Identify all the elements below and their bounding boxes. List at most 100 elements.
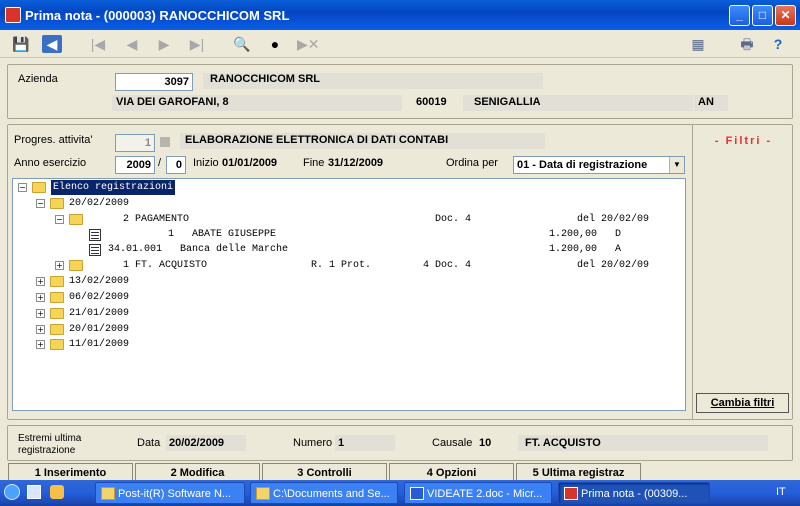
ordina-label: Ordina per <box>446 157 498 169</box>
app-icon <box>564 487 578 500</box>
inizio-value: 01/01/2009 <box>222 157 278 169</box>
tree-root[interactable]: Elenco registrazioni <box>51 180 176 195</box>
tree-node-date[interactable]: 21/01/2009 <box>69 306 129 321</box>
cambia-filtri-button[interactable]: Cambia filtri <box>696 393 789 413</box>
tree-node-date[interactable]: 06/02/2009 <box>69 290 129 305</box>
save-icon[interactable]: 💾 <box>10 34 32 54</box>
tree-node-date[interactable]: 13/02/2009 <box>69 274 129 289</box>
task-postit[interactable]: Post-it(R) Software N... <box>95 482 245 504</box>
messenger-icon[interactable] <box>50 485 64 499</box>
expand-icon[interactable]: + <box>36 325 45 334</box>
azienda-panel: Azienda 3097 RANOCCHICOM SRL VIA DEI GAR… <box>7 64 793 119</box>
task-explorer[interactable]: C:\Documents and Se... <box>250 482 398 504</box>
registrazione-doc: Doc. 4 <box>435 214 472 225</box>
tree-node-date[interactable]: 20/01/2009 <box>69 322 129 337</box>
folder-icon <box>50 339 64 350</box>
next-record-icon[interactable]: ▶ <box>153 34 175 54</box>
azienda-province: AN <box>698 96 714 108</box>
document-icon <box>89 244 101 256</box>
registrazione-prot: R. 1 Prot. <box>311 260 372 271</box>
attivita-label: Progres. attivita' <box>14 134 93 146</box>
print-icon[interactable]: 🖶 <box>736 34 758 54</box>
task-prima-nota[interactable]: Prima nota - (00309... <box>558 482 710 504</box>
filtri-panel: - Filtri - Cambia filtri <box>692 124 793 420</box>
tree-node-date[interactable]: 20/02/2009 <box>69 196 129 211</box>
back-icon[interactable]: ◀ <box>42 35 62 53</box>
folder-icon <box>50 276 64 287</box>
delete-icon[interactable]: ▶✕ <box>297 34 320 54</box>
task-word[interactable]: VIDEATE 2.doc - Micr... <box>404 482 552 504</box>
collapse-icon[interactable]: − <box>36 199 45 208</box>
tree-leaf-riga[interactable]: 34.01.001 Banca delle Marche <box>108 242 288 257</box>
minimize-button[interactable]: _ <box>729 5 750 26</box>
riga-amount: 1.200,00 <box>549 244 598 255</box>
language-indicator[interactable]: IT <box>776 486 786 498</box>
anno-field[interactable]: 2009 <box>115 156 155 174</box>
folder-icon <box>50 292 64 303</box>
anno-label: Anno esercizio <box>14 157 87 169</box>
document-icon <box>89 229 101 241</box>
help-icon[interactable]: ? <box>767 34 789 54</box>
expand-icon[interactable]: + <box>36 340 45 349</box>
attivita-description: ELABORAZIONE ELETTRONICA DI DATI CONTABI <box>185 134 449 146</box>
folder-icon <box>69 260 83 271</box>
postit-icon <box>101 487 115 500</box>
execute-icon[interactable]: ● <box>264 34 286 54</box>
folder-icon <box>32 182 46 193</box>
collapse-icon[interactable]: − <box>18 183 27 192</box>
ultima-registraz-button[interactable]: 5 Ultima registraz <box>516 463 641 481</box>
azienda-city: SENIGALLIA <box>474 96 541 108</box>
close-button[interactable]: ✕ <box>775 5 796 26</box>
first-record-icon[interactable]: |◀ <box>87 34 109 54</box>
folder-icon <box>256 487 270 500</box>
modifica-button[interactable]: 2 Modifica <box>135 463 260 481</box>
collapse-icon[interactable]: − <box>55 215 64 224</box>
expand-icon[interactable]: + <box>36 277 45 286</box>
controlli-button[interactable]: 3 Controlli <box>262 463 387 481</box>
attivita-field[interactable]: 1 <box>115 134 155 152</box>
ultima-panel: Estremi ultima registrazione Data 20/02/… <box>7 425 793 461</box>
last-record-icon[interactable]: ▶| <box>186 34 208 54</box>
anno-sub-field[interactable]: 0 <box>166 156 186 174</box>
chevron-down-icon[interactable]: ▼ <box>669 157 684 173</box>
ordina-select[interactable]: 01 - Data di registrazione ▼ <box>513 156 685 174</box>
ultima-causale-label: Causale <box>432 437 473 449</box>
inserimento-button[interactable]: 1 Inserimento <box>8 463 133 481</box>
desktop-icon[interactable] <box>27 485 41 499</box>
ultima-numero-label: Numero <box>293 437 333 449</box>
attivita-indicator <box>160 137 170 147</box>
ultima-causale-code: 10 <box>479 437 492 449</box>
riga-sign: A <box>615 244 622 255</box>
azienda-cap: 60019 <box>416 96 447 108</box>
taskbar: Post-it(R) Software N... C:\Documents an… <box>0 480 800 506</box>
toolbar: 💾 ◀ |◀ ◀ ▶ ▶| 🔍 ● ▶✕ ▦ 🖶 ? <box>0 30 800 58</box>
azienda-name: RANOCCHICOM SRL <box>210 73 320 85</box>
ultima-label-1: Estremi ultima <box>18 433 82 444</box>
expand-icon[interactable]: + <box>36 309 45 318</box>
riga-sign: D <box>615 229 622 240</box>
ie-icon[interactable] <box>4 484 20 500</box>
tree-leaf-riga[interactable]: 1 ABATE GIUSEPPE <box>168 227 276 242</box>
expand-icon[interactable]: + <box>55 261 64 270</box>
word-icon <box>410 487 424 500</box>
fine-value: 31/12/2009 <box>328 157 384 169</box>
ordina-value: 01 - Data di registrazione <box>517 159 648 171</box>
registrazione-doc: 4 Doc. 4 <box>423 260 472 271</box>
calculator-icon[interactable]: ▦ <box>687 34 709 54</box>
window-title: Prima nota - (000003) RANOCCHICOM SRL <box>25 8 290 23</box>
expand-icon[interactable]: + <box>36 293 45 302</box>
title-bar: Prima nota - (000003) RANOCCHICOM SRL _ … <box>0 0 800 30</box>
tree-node-date[interactable]: 11/01/2009 <box>69 337 129 352</box>
previous-record-icon[interactable]: ◀ <box>121 34 143 54</box>
maximize-button[interactable]: □ <box>752 5 773 26</box>
opzioni-button[interactable]: 4 Opzioni <box>389 463 514 481</box>
tree-node-registrazione[interactable]: 2 PAGAMENTO <box>123 212 189 227</box>
registrazioni-tree[interactable]: − Elenco registrazioni − 20/02/2009 − 2 … <box>12 178 686 411</box>
folder-icon <box>50 324 64 335</box>
search-icon[interactable]: 🔍 <box>231 34 253 54</box>
registrazione-date: del 20/02/09 <box>577 260 650 271</box>
ultima-data-label: Data <box>137 437 161 449</box>
azienda-code-field[interactable]: 3097 <box>115 73 193 91</box>
folder-icon <box>69 214 83 225</box>
tree-node-registrazione[interactable]: 1 FT. ACQUISTO <box>123 258 207 273</box>
